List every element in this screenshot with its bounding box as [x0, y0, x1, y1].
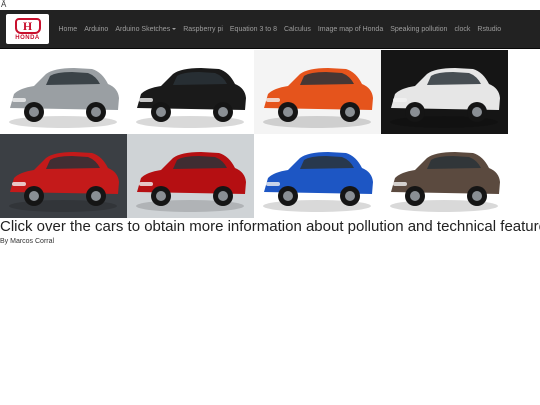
nav-calculus[interactable]: Calculus [280, 10, 314, 49]
car-crv-brown-image [381, 134, 508, 218]
car-civic-type-r-white[interactable] [381, 50, 508, 134]
stray-character: Â [1, 0, 7, 9]
nav-equation[interactable]: Equation 3 to 8 [226, 10, 280, 49]
car-nsx-red[interactable] [127, 134, 254, 218]
author-byline: By Marcos Corral [0, 238, 55, 245]
car-row [0, 50, 508, 134]
page-caption: Click over the cars to obtain more infor… [0, 218, 540, 235]
nav-arduino-sketches-label: Arduino Sketches [115, 25, 171, 33]
car-civic-sedan-blue-image [254, 134, 381, 218]
car-jazz-orange[interactable] [254, 50, 381, 134]
car-civic-hatch-red[interactable] [0, 134, 127, 218]
car-honda-e-black-image [127, 50, 254, 134]
nav-image-map[interactable]: Image map of Honda [314, 10, 386, 49]
nav-menu: Home Arduino Arduino Sketches Raspberry … [55, 10, 505, 48]
nav-rstudio[interactable]: Rstudio [474, 10, 505, 49]
car-hrv-silver[interactable] [0, 50, 127, 134]
car-row [0, 134, 508, 218]
caret-down-icon [172, 27, 177, 30]
car-civic-sedan-blue[interactable] [254, 134, 381, 218]
nav-home[interactable]: Home [55, 10, 81, 49]
car-nsx-red-image [127, 134, 254, 218]
car-jazz-orange-image [254, 50, 381, 134]
honda-logo[interactable]: H HONDA [6, 14, 49, 44]
car-civic-hatch-red-image [0, 134, 127, 218]
car-hrv-silver-image [0, 50, 127, 134]
nav-arduino[interactable]: Arduino [81, 10, 112, 49]
navbar: H HONDA Home Arduino Arduino Sketches Ra… [0, 10, 540, 49]
car-honda-e-black[interactable] [127, 50, 254, 134]
car-crv-brown[interactable] [381, 134, 508, 218]
nav-arduino-sketches[interactable]: Arduino Sketches [112, 10, 180, 49]
car-civic-type-r-white-image [381, 50, 508, 134]
nav-raspberry-pi[interactable]: Raspberry pi [180, 10, 227, 49]
nav-speaking-pollution[interactable]: Speaking pollution [387, 10, 451, 49]
car-image-map [0, 50, 508, 218]
nav-clock[interactable]: clock [451, 10, 474, 49]
honda-h-mark: H [14, 17, 41, 34]
honda-wordmark: HONDA [15, 34, 40, 41]
